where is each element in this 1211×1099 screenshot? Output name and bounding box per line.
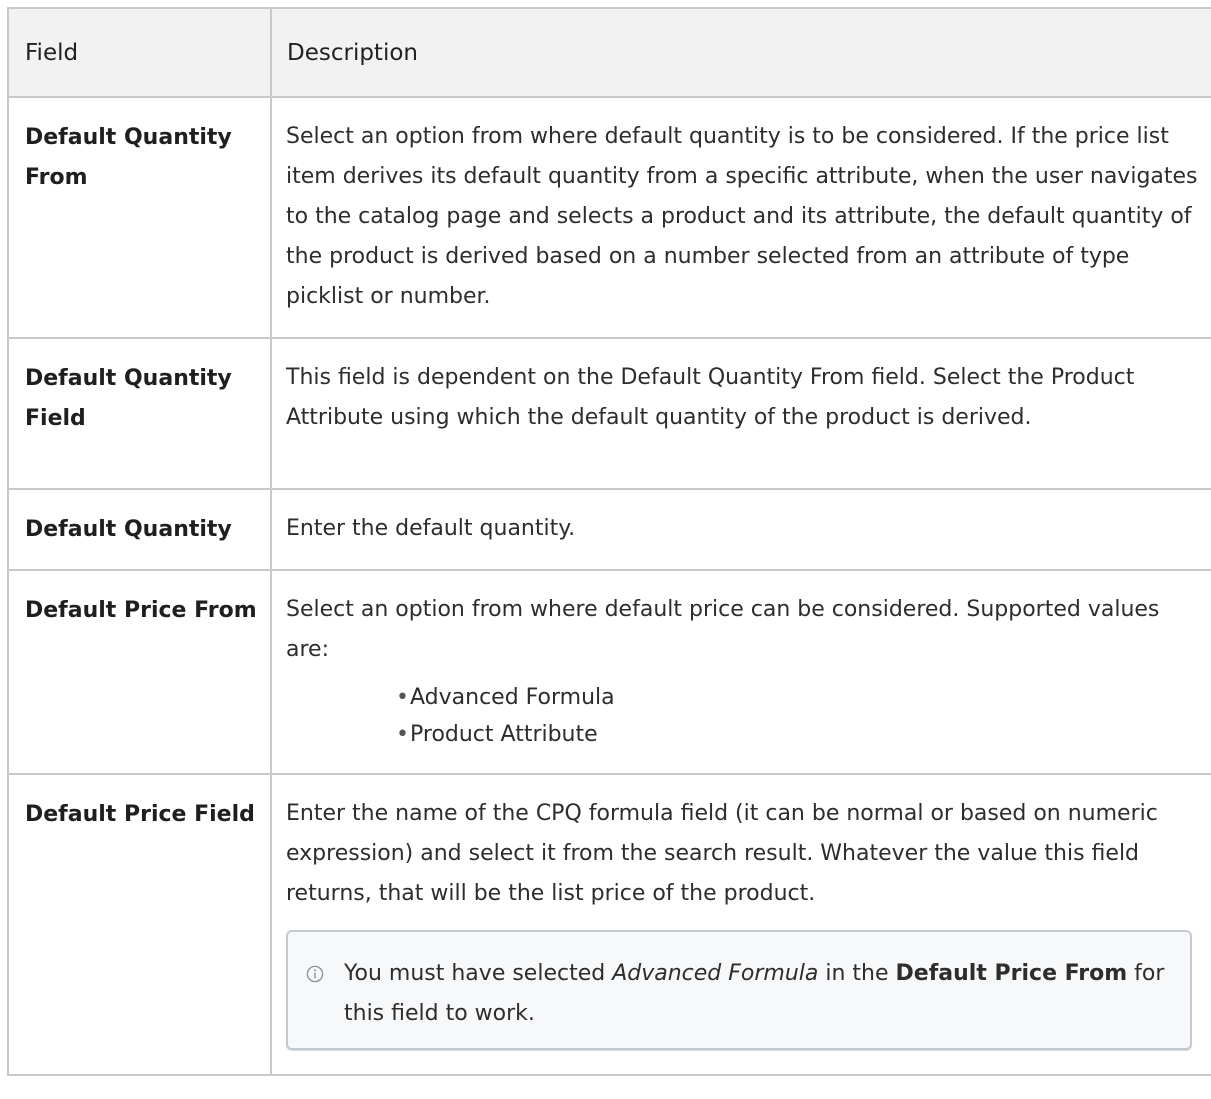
description-text: Select an option from where default quan… xyxy=(286,124,1198,309)
list-item-text: Product Attribute xyxy=(410,722,598,747)
note-text-part: in the xyxy=(818,961,896,986)
field-description: Enter the default quantity. xyxy=(270,488,1211,571)
bullet-icon: • xyxy=(396,685,409,710)
table-row: Default Quantity From Select an option f… xyxy=(7,96,1211,339)
table-row: Default Price Field Enter the name of th… xyxy=(7,773,1211,1076)
list-item-text: Advanced Formula xyxy=(410,685,615,710)
field-name: Default Quantity From xyxy=(7,96,272,339)
field-description: This field is dependent on the Default Q… xyxy=(270,337,1211,490)
table-row: Default Quantity Field This field is dep… xyxy=(7,337,1211,490)
list-item: • Advanced Formula xyxy=(396,679,1207,716)
field-description: Select an option from where default pric… xyxy=(270,569,1211,775)
description-text: Select an option from where default pric… xyxy=(286,597,1160,662)
field-name: Default Price Field xyxy=(7,773,272,1076)
field-name: Default Quantity Field xyxy=(7,337,272,490)
table-header-row: Field Description xyxy=(7,7,1211,98)
fields-table: Field Description Default Quantity From … xyxy=(7,7,1211,1076)
supported-values-list: • Advanced Formula • Product Attribute xyxy=(286,679,1207,753)
list-item: • Product Attribute xyxy=(396,716,1207,753)
field-name: Default Price From xyxy=(7,569,272,775)
info-note: You must have selected Advanced Formula … xyxy=(286,930,1192,1050)
table-row: Default Quantity Enter the default quant… xyxy=(7,488,1211,571)
header-field: Field xyxy=(7,7,272,98)
note-text-part: You must have selected xyxy=(344,961,613,986)
note-italic-text: Advanced Formula xyxy=(612,961,819,986)
field-description: Select an option from where default quan… xyxy=(270,96,1211,339)
description-text: Enter the name of the CPQ formula field … xyxy=(286,801,1158,906)
note-text: You must have selected Advanced Formula … xyxy=(304,954,1170,1034)
description-text: Enter the default quantity. xyxy=(286,516,576,541)
field-name: Default Quantity xyxy=(7,488,272,571)
info-icon xyxy=(306,965,324,983)
header-description: Description xyxy=(270,7,1211,98)
note-bold-text: Default Price From xyxy=(895,961,1128,986)
bullet-icon: • xyxy=(396,722,409,747)
field-description: Enter the name of the CPQ formula field … xyxy=(270,773,1211,1076)
description-text: This field is dependent on the Default Q… xyxy=(286,365,1135,430)
table-row: Default Price From Select an option from… xyxy=(7,569,1211,775)
